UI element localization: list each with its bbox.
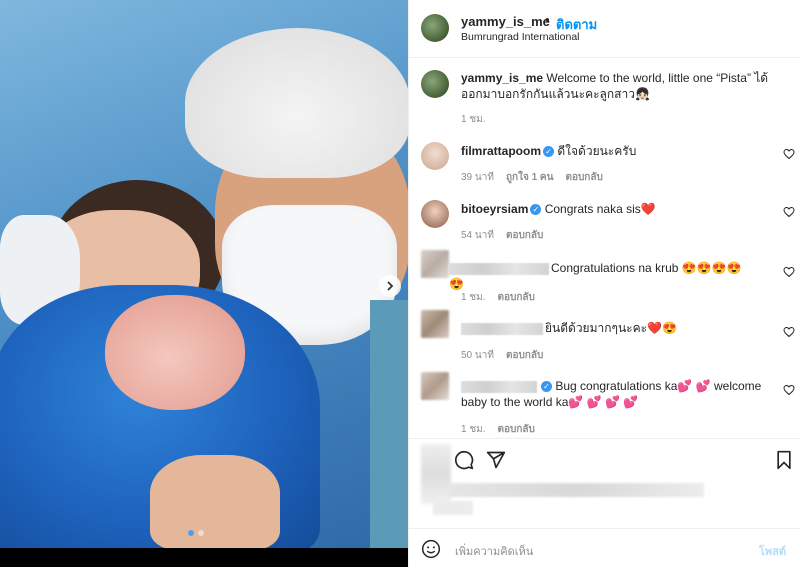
emoji-icon[interactable] [421,539,441,559]
comment-meta: 39 นาที ถูกใจ 1 คน ตอบกลับ [461,170,603,185]
comment-time: 39 นาที [461,172,494,183]
next-image-button[interactable] [379,275,401,297]
comment-username[interactable]: bitoeyrsiam [461,202,528,216]
commenter-avatar[interactable] [421,250,449,278]
reply-button[interactable]: ตอบกลับ [565,170,602,185]
comment-username-blurred [461,380,537,393]
photo-bottom-strip [0,548,408,567]
heart-outline-icon[interactable] [783,266,795,278]
caption-username[interactable]: yammy_is_me [461,71,543,85]
commenter-avatar[interactable] [421,142,449,170]
comment-username-blurred [461,322,543,335]
caption-avatar[interactable] [421,70,449,98]
carousel-dot [198,530,204,536]
comment-meta: 54 นาที ตอบกลับ [461,228,543,243]
comment-input[interactable]: เพิ่มความคิดเห็น [455,542,533,560]
commenter-avatar[interactable] [421,200,449,228]
post-side-panel: yammy_is_me • ติดตาม Bumrungrad Internat… [408,0,800,567]
comment-icon[interactable] [453,449,475,471]
author-avatar[interactable] [421,14,449,42]
comment-likes[interactable]: ถูกใจ 1 คน [506,170,554,185]
reply-button[interactable]: ตอบกลับ [506,348,543,363]
comment-text: Congrats naka sis❤️ [544,202,656,216]
comment-meta: 1 ชม. ตอบกลับ [461,422,535,437]
separator-dot: • [545,12,550,27]
chevron-right-icon [387,281,394,291]
verified-badge-icon: ✓ [530,204,542,216]
comment-text: ดีใจด้วยนะครับ [557,144,637,158]
reply-button[interactable]: ตอบกลับ [506,228,543,243]
comment-time: 54 นาที [461,230,494,241]
post-location[interactable]: Bumrungrad International [461,31,580,43]
reply-button[interactable]: ตอบกลับ [498,290,535,305]
comment-meta: 50 นาที ตอบกลับ [461,348,543,363]
carousel-dots [188,530,204,536]
reply-button[interactable]: ตอบกลับ [498,422,535,437]
verified-badge-icon: ✓ [541,381,552,393]
post-photo[interactable] [0,0,408,548]
comment-text: ยินดีด้วยมากๆนะคะ❤️😍 [545,321,677,335]
comment-time: 1 ชม. [461,424,486,435]
heart-outline-icon[interactable] [783,148,795,160]
comment-time: 50 นาที [461,350,494,361]
author-username[interactable]: yammy_is_me [461,14,550,29]
comment-username-blurred [449,262,549,275]
verified-badge-icon: ✓ [543,146,555,158]
comment-username[interactable]: filmrattapoom [461,144,541,158]
post-header: yammy_is_me • ติดตาม Bumrungrad Internat… [409,0,800,58]
caption: yammy_is_me Welcome to the world, little… [461,70,781,102]
commenter-avatar[interactable] [421,310,449,338]
likes-count-blurred[interactable] [449,483,704,497]
carousel-dot [188,530,194,536]
add-comment-bar: เพิ่มความคิดเห็น โพสต์ [409,528,800,567]
comment-meta: 1 ชม. ตอบกลับ [461,290,535,305]
heart-outline-icon[interactable] [783,326,795,338]
post-actions [409,438,800,528]
caption-time: 1 ชม. [461,114,486,125]
heart-outline-icon[interactable] [783,384,795,396]
instagram-post-modal: yammy_is_me • ติดตาม Bumrungrad Internat… [0,0,800,567]
heart-outline-icon[interactable] [783,206,795,218]
post-date-blurred [433,501,473,515]
post-comment-button[interactable]: โพสต์ [759,542,786,560]
comment-time: 1 ชม. [461,292,486,303]
commenter-avatar[interactable] [421,372,449,400]
share-icon[interactable] [485,449,507,471]
comments-list[interactable]: yammy_is_me Welcome to the world, little… [409,58,800,438]
bookmark-icon[interactable] [773,449,795,471]
like-button-blurred[interactable] [421,444,451,504]
